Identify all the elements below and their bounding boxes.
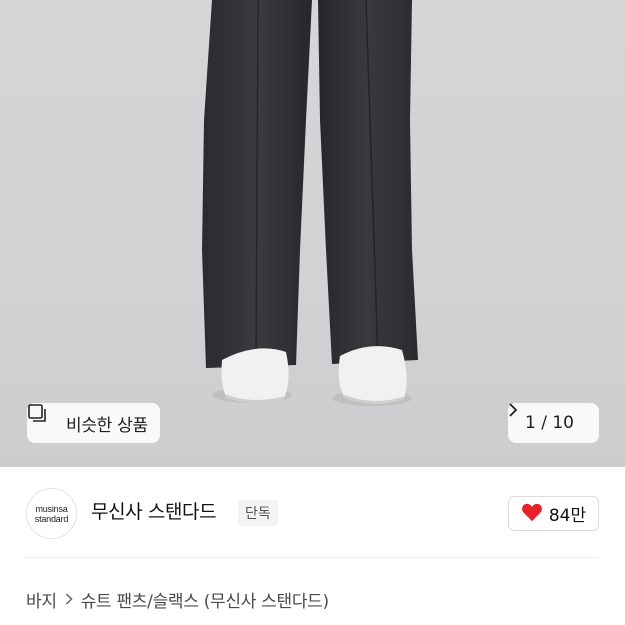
similar-products-button[interactable]: 비슷한 상품	[27, 403, 160, 443]
similar-products-label: 비슷한 상품	[66, 415, 148, 436]
brand-name-link[interactable]: 무신사 스탠다드	[91, 497, 217, 524]
brand-logo-line1: musinsa	[35, 503, 68, 514]
product-photo	[202, 0, 418, 406]
image-counter-label: 1 / 10	[525, 413, 574, 433]
brand-logo[interactable]: musinsa standard	[26, 488, 77, 539]
brand-logo-line2: standard	[34, 513, 69, 524]
divider	[26, 557, 599, 558]
image-counter-button[interactable]: 1 / 10	[508, 403, 599, 443]
brand-row: musinsa standard 무신사 스탠다드 단독 84만	[0, 467, 625, 557]
product-image[interactable]: 비슷한 상품 1 / 10	[0, 0, 625, 467]
like-count: 84만	[548, 506, 587, 526]
similar-products-icon	[28, 404, 60, 434]
heart-icon	[521, 502, 543, 526]
exclusive-badge: 단독	[238, 500, 278, 526]
chevron-right-icon	[65, 591, 73, 609]
breadcrumb-category[interactable]: 바지	[26, 587, 57, 612]
breadcrumb-subcategory[interactable]: 슈트 팬츠/슬랙스 (무신사 스탠다드)	[81, 587, 329, 612]
breadcrumb: 바지 슈트 팬츠/슬랙스 (무신사 스탠다드)	[26, 587, 329, 612]
like-button[interactable]: 84만	[508, 496, 599, 531]
